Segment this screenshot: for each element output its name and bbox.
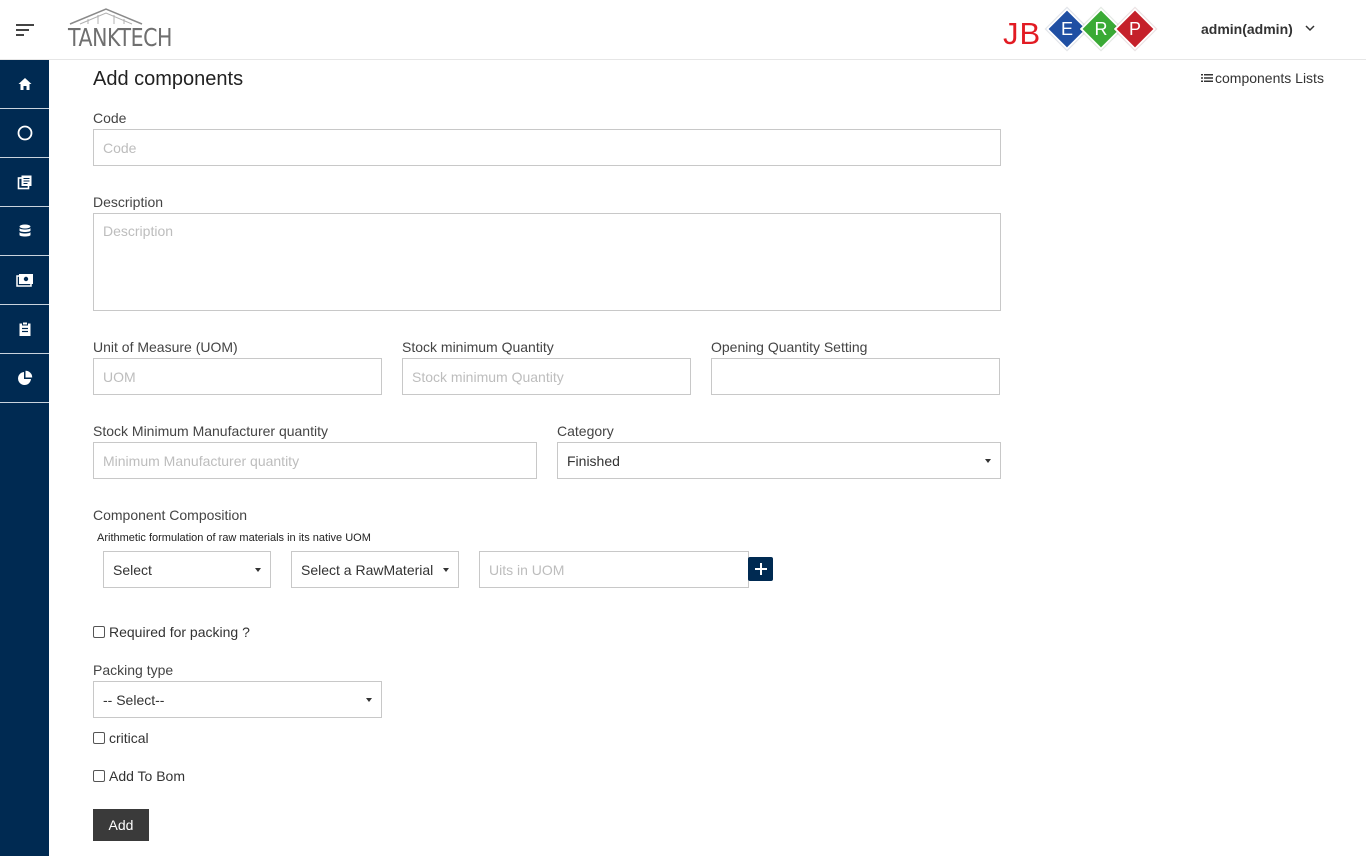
category-select[interactable]: Finished: [557, 442, 1001, 479]
packing-type-select[interactable]: -- Select--: [93, 681, 382, 718]
books-icon: [17, 175, 31, 190]
caret-down-icon: [985, 458, 991, 463]
erp-letter-r: R: [1094, 19, 1108, 39]
raw-material-select[interactable]: Select a RawMaterial: [291, 551, 459, 588]
sidebar-item-reports[interactable]: [0, 354, 49, 403]
uom-input[interactable]: [93, 358, 382, 395]
top-bar: TANKTECH JB E R P admin(admin): [0, 0, 1366, 60]
required-packing-checkbox[interactable]: [93, 626, 105, 638]
erp-letter-p: P: [1128, 19, 1141, 39]
user-menu[interactable]: admin(admin): [1201, 21, 1293, 37]
sidebar-item-money[interactable]: [0, 256, 49, 305]
menu-toggle-button[interactable]: [0, 0, 49, 60]
raw-material-select-value: Select a RawMaterial: [301, 561, 434, 578]
circle-icon: [17, 125, 32, 141]
required-packing-label: Required for packing ?: [109, 624, 250, 640]
caret-down-icon: [443, 567, 449, 572]
sidebar-item-home[interactable]: [0, 60, 49, 109]
critical-label: critical: [109, 730, 149, 746]
database-icon: [19, 224, 30, 237]
sidebar-item-circle[interactable]: [0, 109, 49, 158]
clipboard-icon: [19, 321, 30, 336]
opening-qty-label: Opening Quantity Setting: [711, 339, 868, 355]
components-list-link-label: components Lists: [1215, 70, 1324, 86]
erp-logo-jb: JB: [1003, 16, 1042, 51]
required-packing-row: Required for packing ?: [93, 624, 250, 640]
description-label: Description: [93, 194, 164, 210]
category-label: Category: [557, 423, 614, 439]
menu-icon: [15, 24, 34, 36]
composition-unit-select-value: Select: [113, 561, 152, 578]
components-list-link[interactable]: components Lists: [1201, 70, 1324, 86]
chevron-down-icon[interactable]: [1304, 22, 1316, 34]
min-manufacturer-qty-input[interactable]: [93, 442, 537, 479]
opening-qty-input[interactable]: [711, 358, 1000, 395]
erp-letter-e: E: [1060, 19, 1073, 39]
add-to-bom-row: Add To Bom: [93, 768, 185, 784]
sidebar-item-clipboard[interactable]: [0, 305, 49, 354]
home-icon: [18, 78, 31, 90]
min-manufacturer-qty-label: Stock Minimum Manufacturer quantity: [93, 423, 328, 439]
composition-note: Arithmetic formulation of raw materials …: [97, 532, 371, 544]
code-label: Code: [93, 110, 127, 126]
add-to-bom-checkbox[interactable]: [93, 770, 105, 782]
uom-label: Unit of Measure (UOM): [93, 339, 238, 355]
description-textarea[interactable]: [93, 213, 1001, 311]
composition-label: Component Composition: [93, 507, 248, 523]
units-in-uom-input[interactable]: [479, 551, 749, 588]
add-to-bom-label: Add To Bom: [109, 768, 186, 784]
list-icon: [1201, 74, 1213, 82]
brand-logo: TANKTECH: [66, 6, 176, 52]
code-input[interactable]: [93, 129, 1001, 166]
critical-checkbox[interactable]: [93, 732, 105, 744]
caret-down-icon: [366, 697, 372, 702]
critical-row: critical: [93, 730, 149, 746]
packing-type-label: Packing type: [93, 662, 174, 678]
packing-type-select-value: -- Select--: [103, 691, 165, 708]
sidebar-item-database[interactable]: [0, 207, 49, 256]
sidebar: [0, 60, 49, 856]
pie-chart-icon: [17, 370, 32, 385]
add-button[interactable]: Add: [93, 809, 149, 841]
money-icon: [15, 274, 33, 287]
caret-down-icon: [255, 567, 261, 572]
jb-erp-logo: JB E R P: [1003, 7, 1158, 52]
page-title: Add components: [93, 68, 244, 90]
stock-min-qty-label: Stock minimum Quantity: [402, 339, 554, 355]
composition-unit-select[interactable]: Select: [103, 551, 271, 588]
stock-min-qty-input[interactable]: [402, 358, 691, 395]
brand-name: TANKTECH: [68, 23, 173, 52]
category-select-value: Finished: [567, 452, 620, 469]
plus-icon: [754, 563, 767, 575]
add-composition-button[interactable]: [748, 557, 773, 581]
sidebar-item-books[interactable]: [0, 158, 49, 207]
